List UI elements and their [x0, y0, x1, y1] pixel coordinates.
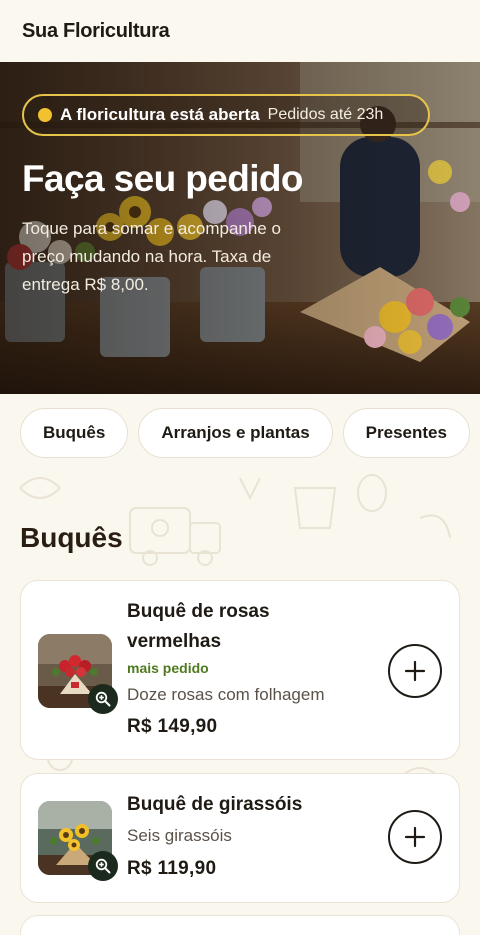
- hero-title: Faça seu pedido: [22, 158, 304, 199]
- product-card[interactable]: Buquê de girassóis Seis girassóis R$ 119…: [20, 773, 460, 903]
- product-description: Doze rosas com folhagem: [127, 685, 325, 704]
- hero-banner: A floricultura está aberta Pedidos até 2…: [0, 62, 480, 394]
- product-description: Seis girassóis: [127, 826, 232, 845]
- store-status-pill: A floricultura está aberta Pedidos até 2…: [22, 94, 430, 136]
- category-chip-arranjos[interactable]: Arranjos e plantas: [138, 408, 333, 458]
- product-name: Buquê de girassóis: [127, 794, 303, 815]
- zoom-in-icon: [95, 858, 111, 874]
- add-to-cart-button[interactable]: [388, 810, 442, 864]
- top-bar: Sua Floricultura: [0, 0, 480, 62]
- product-card[interactable]: [20, 915, 460, 935]
- category-tabs: Buquês Arranjos e plantas Presentes: [0, 408, 480, 458]
- product-price: R$ 119,90: [127, 858, 217, 879]
- product-name: Buquê de rosas vermelhas: [127, 601, 270, 652]
- add-to-cart-button[interactable]: [388, 644, 442, 698]
- store-status-label: A floricultura está aberta: [60, 105, 260, 124]
- order-hours-label: Pedidos até 23h: [267, 106, 384, 123]
- status-dot-icon: [38, 108, 52, 122]
- zoom-in-icon: [95, 691, 111, 707]
- category-chip-buques[interactable]: Buquês: [20, 408, 129, 458]
- product-card[interactable]: Buquê de rosas vermelhas mais pedido Doz…: [20, 580, 460, 760]
- category-chip-presentes[interactable]: Presentes: [342, 408, 470, 458]
- zoom-image-button[interactable]: [88, 684, 118, 714]
- hero-description: Toque para somar e acompanhe o preço mud…: [22, 219, 281, 294]
- section-title: Buquês: [20, 522, 123, 553]
- zoom-image-button[interactable]: [88, 851, 118, 881]
- plus-icon: [404, 826, 426, 848]
- product-price: R$ 149,90: [127, 716, 218, 737]
- plus-icon: [404, 660, 426, 682]
- brand-logo-text[interactable]: Sua Floricultura: [22, 20, 170, 43]
- product-badge: mais pedido: [127, 660, 209, 676]
